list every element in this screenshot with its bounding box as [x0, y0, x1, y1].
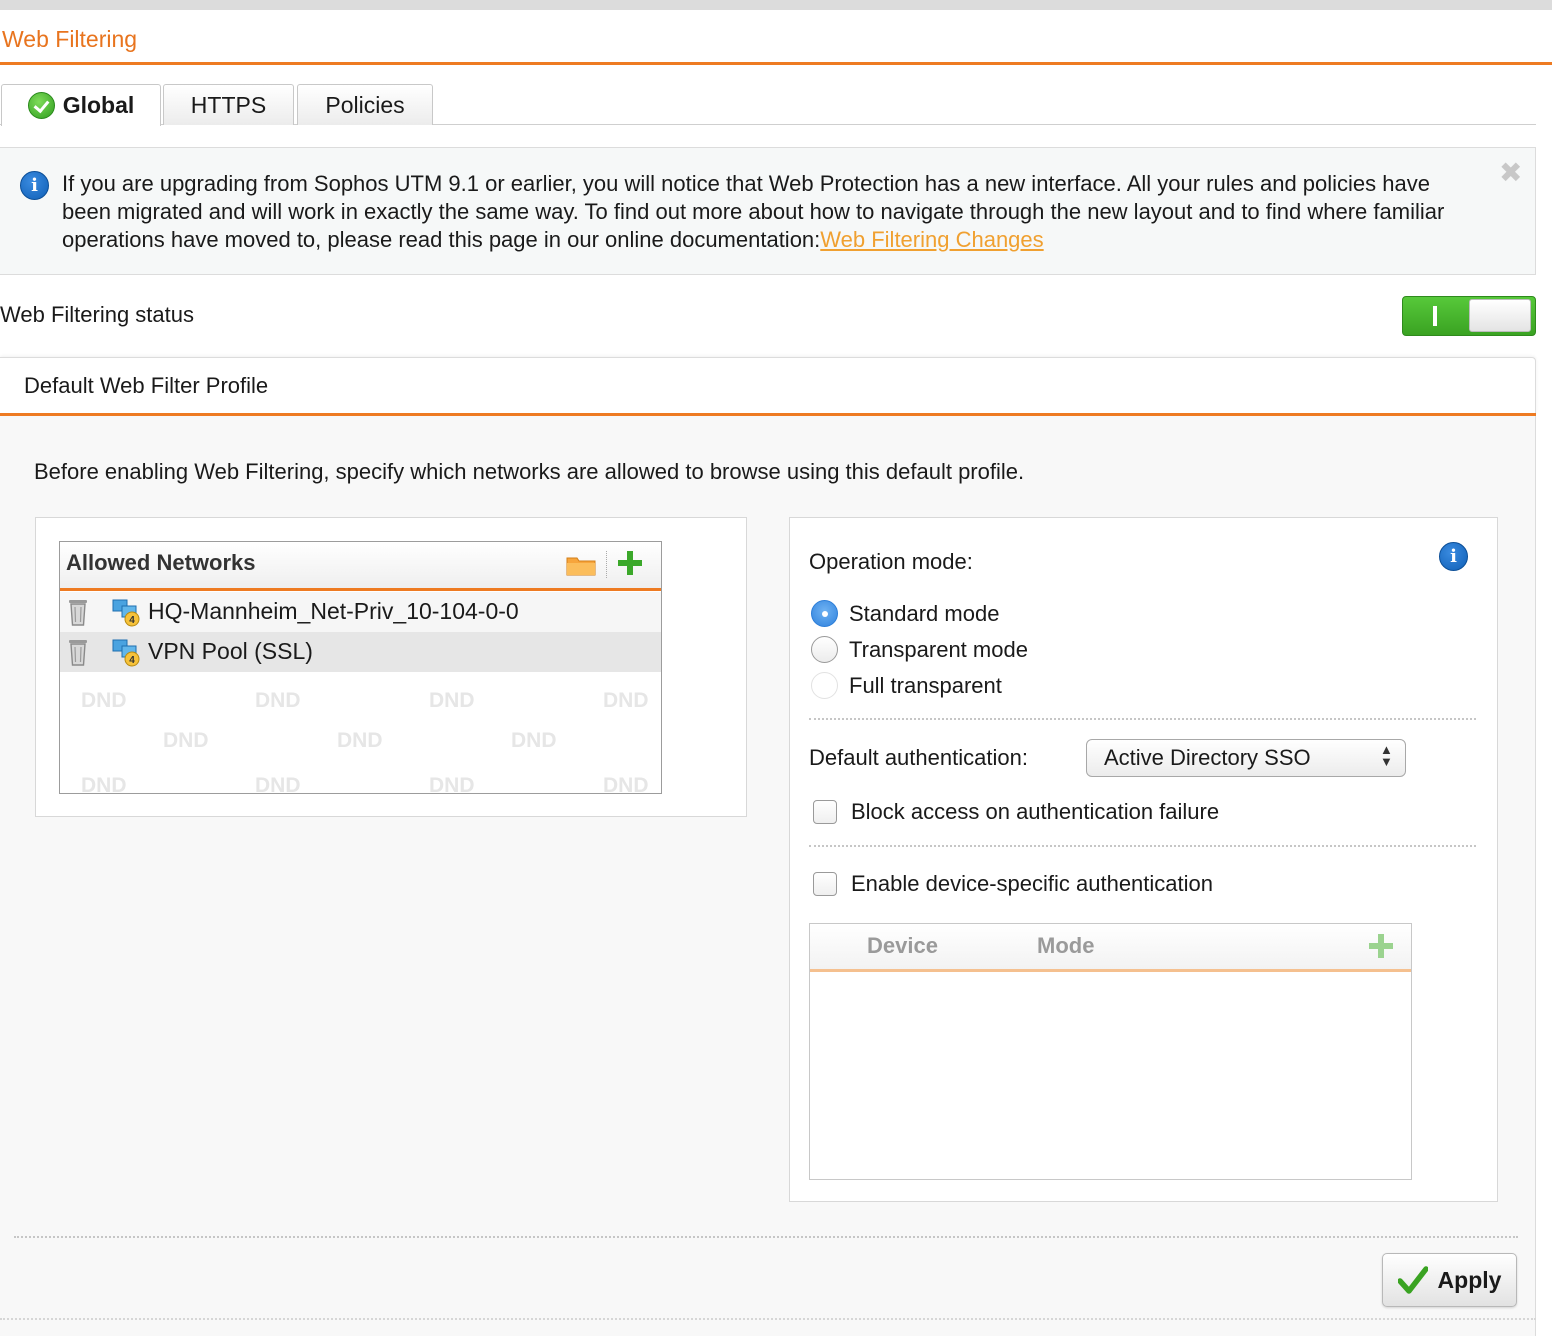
radio-full-transparent[interactable] [811, 672, 838, 699]
notice-text: If you are upgrading from Sophos UTM 9.1… [62, 170, 1482, 254]
transparent-mode-label[interactable]: Transparent mode [849, 637, 1028, 663]
tab-https-label: HTTPS [190, 91, 267, 118]
info-icon[interactable]: i [1439, 542, 1468, 571]
page-title: Web Filtering [2, 26, 138, 52]
add-network-icon[interactable] [618, 551, 642, 575]
dnd-watermark-clip: DND DND DND DND [60, 772, 661, 793]
column-header-device: Device [867, 933, 938, 958]
operation-mode-label: Operation mode: [809, 549, 973, 574]
network-label: VPN Pool (SSL) [148, 638, 313, 664]
full-transparent-label[interactable]: Full transparent [849, 673, 1002, 699]
check-circle-icon [27, 92, 55, 119]
dnd-watermark: DND [255, 689, 301, 712]
trash-icon[interactable] [68, 638, 88, 666]
bottom-border [0, 1318, 1536, 1320]
dnd-watermark: DND [81, 689, 127, 712]
top-bar [0, 0, 1552, 10]
standard-mode-label[interactable]: Standard mode [849, 601, 999, 627]
checkmark-icon [1397, 1266, 1428, 1294]
dnd-watermark: DND [429, 689, 475, 712]
dnd-watermark: DND [337, 729, 383, 752]
authentication-select-value[interactable]: Active Directory SSO [1104, 745, 1311, 771]
dnd-watermark: DND [163, 729, 209, 752]
device-auth-checkbox[interactable] [813, 872, 837, 896]
allowed-networks-title: Allowed Networks [66, 550, 256, 575]
device-auth-label[interactable]: Enable device-specific authentication [851, 871, 1213, 897]
tab-policies-label: Policies [325, 91, 405, 118]
dnd-watermark: DND [81, 774, 127, 793]
tab-global[interactable]: Global [1, 84, 161, 126]
dnd-watermark: DND [603, 774, 649, 793]
column-header-mode: Mode [1037, 933, 1095, 958]
tab-global-label: Global [62, 92, 135, 118]
allowed-networks-divider [60, 588, 661, 591]
network-icon: 4 [112, 639, 140, 667]
radio-transparent-mode[interactable] [811, 636, 838, 663]
footer-divider [14, 1236, 1518, 1238]
profile-intro-text: Before enabling Web Filtering, specify w… [34, 459, 1025, 484]
network-icon: 4 [112, 599, 140, 627]
network-badge: 4 [129, 615, 135, 626]
block-access-label[interactable]: Block access on authentication failure [851, 799, 1219, 825]
tab-policies[interactable]: Policies [297, 84, 433, 125]
dnd-watermark: DND [603, 689, 649, 712]
section-divider [0, 413, 1536, 416]
dnd-watermark: DND [511, 729, 557, 752]
dotted-divider [809, 718, 1476, 720]
select-arrows-icon[interactable]: ▲ ▼ [1380, 743, 1393, 768]
dotted-divider [809, 845, 1476, 847]
apply-button[interactable]: Apply [1382, 1253, 1517, 1307]
notice-body: If you are upgrading from Sophos UTM 9.1… [62, 171, 1445, 252]
network-badge: 4 [129, 655, 135, 666]
toggle-knob[interactable] [1469, 299, 1531, 332]
add-device-icon[interactable] [1369, 934, 1393, 958]
default-authentication-label: Default authentication: [809, 745, 1028, 770]
device-table-divider [810, 969, 1411, 972]
trash-icon[interactable] [68, 598, 88, 626]
close-icon[interactable]: ✖ [1499, 156, 1522, 189]
dnd-watermark: DND [429, 774, 475, 793]
web-filtering-status-label: Web Filtering status [0, 302, 195, 327]
web-filtering-changes-link[interactable]: Web Filtering Changes [820, 227, 1043, 252]
toolbar-separator [606, 551, 607, 578]
radio-standard-mode[interactable] [811, 600, 838, 627]
network-label: HQ-Mannheim_Net-Priv_10-104-0-0 [148, 598, 519, 624]
folder-icon[interactable] [566, 554, 596, 576]
dnd-watermark: DND [255, 774, 301, 793]
info-icon: i [20, 171, 49, 200]
tab-https[interactable]: HTTPS [163, 84, 294, 125]
apply-label: Apply [1437, 1266, 1502, 1293]
block-access-checkbox[interactable] [813, 800, 837, 824]
toggle-on-mark [1433, 306, 1437, 326]
title-divider [0, 62, 1552, 65]
profile-section-title: Default Web Filter Profile [24, 373, 269, 398]
